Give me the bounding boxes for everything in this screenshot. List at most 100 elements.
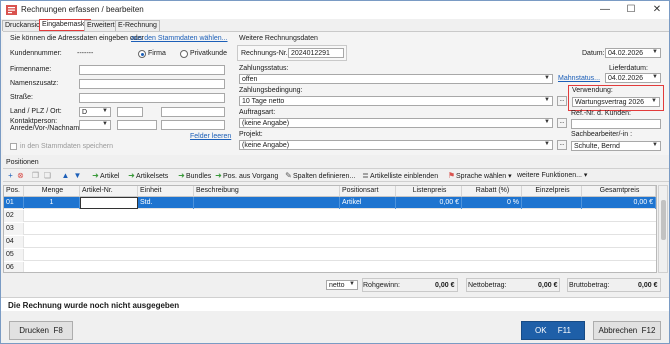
cell-menge[interactable]: 1 <box>24 197 80 209</box>
table-row[interactable]: 02 <box>4 210 656 222</box>
save-master-checkbox[interactable] <box>10 143 17 150</box>
cell-artikel-nr-editor[interactable] <box>80 197 138 209</box>
copy-icon[interactable]: ❐ <box>31 171 40 181</box>
cell-pos: 03 <box>4 223 24 235</box>
cell-positionsart[interactable]: Artikel <box>340 197 396 209</box>
firmenname-field[interactable] <box>79 65 225 75</box>
zahlungsbedingung-label: Zahlungsbedingung: <box>239 87 303 94</box>
paste-icon[interactable]: ❏ <box>43 171 52 181</box>
artikel-button-label: Artikel <box>100 173 120 180</box>
col-header-einheit[interactable]: Einheit <box>138 186 194 197</box>
ok-button[interactable]: OK F11 <box>521 321 585 340</box>
pos-aus-vorgang-button[interactable]: ➜Pos. aus Vorgang <box>214 171 278 181</box>
projekt-more-button[interactable]: ... <box>557 140 567 150</box>
mahnstatus-link[interactable]: Mahnstatus... <box>558 75 600 82</box>
customer-number-value: ------- <box>77 50 94 57</box>
price-mode-select[interactable]: netto ▼ <box>326 280 358 290</box>
choose-from-master-link[interactable]: aus den Stammdaten wählen... <box>131 35 228 42</box>
projekt-select[interactable]: (keine Angabe) ▼ <box>239 140 553 150</box>
cell-gesamtpreis[interactable]: 0,00 € <box>582 197 656 209</box>
weitere-funktionen-button[interactable]: weitere Funktionen... ▾ <box>517 171 587 181</box>
sachbearbeiter-select[interactable]: Schulte, Bernd ▼ <box>571 141 661 151</box>
cell-einzelpreis[interactable] <box>522 197 582 209</box>
zahlungsbedingung-more-button[interactable]: ... <box>557 96 567 106</box>
datum-label: Datum: <box>582 50 605 57</box>
address-hint: Sie können die Adressdaten eingeben oder <box>10 35 144 42</box>
col-header-gesamtpreis[interactable]: Gesamtpreis <box>582 186 656 197</box>
close-icon[interactable]: ✕ <box>650 3 664 17</box>
land-plz-ort-label: Land / PLZ / Ort: <box>10 108 62 115</box>
land-value: D <box>82 109 88 116</box>
cell-beschreibung[interactable] <box>194 197 340 209</box>
zahlungsbedingung-select[interactable]: 10 Tage netto ▼ <box>239 96 553 106</box>
refnr-field[interactable] <box>571 119 661 129</box>
weitere-funktionen-label: weitere Funktionen... <box>517 172 582 179</box>
artikelliste-button[interactable]: ≣Artikelliste einblenden <box>361 171 438 181</box>
chevron-down-icon: ▼ <box>544 119 550 125</box>
ort-field[interactable] <box>161 107 225 117</box>
zahlungsstatus-label: Zahlungsstatus: <box>239 65 289 72</box>
invoice-window: Rechnungen erfassen / bearbeiten — ☐ ✕ D… <box>0 0 670 344</box>
artikel-button[interactable]: ➜Artikel <box>91 171 119 181</box>
status-bar: Die Rechnung wurde noch nicht ausgegeben <box>1 297 669 311</box>
col-header-pos[interactable]: Pos. <box>4 186 24 197</box>
artikelsets-button[interactable]: ➜Artikelsets <box>127 171 168 181</box>
radio-privat[interactable] <box>180 50 188 58</box>
table-row[interactable]: 06 <box>4 262 656 272</box>
spalten-definieren-button[interactable]: ✎Spalten definieren... <box>284 171 355 181</box>
radio-firma[interactable] <box>138 50 146 58</box>
col-header-menge[interactable]: Menge <box>24 186 80 197</box>
plz-field[interactable] <box>117 107 143 117</box>
felder-leeren-link[interactable]: Felder leeren <box>190 133 231 140</box>
datum-field[interactable]: 04.02.2026 ▼ <box>605 48 661 58</box>
maximize-icon[interactable]: ☐ <box>624 3 638 17</box>
col-header-rabatt[interactable]: Rabatt (%) <box>462 186 522 197</box>
add-row-icon[interactable]: + <box>6 171 15 181</box>
title-bar: Rechnungen erfassen / bearbeiten — ☐ ✕ <box>1 1 669 19</box>
cell-pos: 06 <box>4 262 24 272</box>
minimize-icon[interactable]: — <box>598 3 612 17</box>
abbrechen-button[interactable]: Abbrechen F12 <box>593 321 661 340</box>
brutto-value: 0,00 € <box>638 282 658 289</box>
col-header-artikel-nr[interactable]: Artikel-Nr. <box>80 186 138 197</box>
projekt-value: (keine Angabe) <box>242 142 290 149</box>
tab-erweitert[interactable]: Erweitert <box>84 20 118 31</box>
move-up-icon[interactable]: ▲ <box>61 171 70 181</box>
sprache-button[interactable]: ⚑Sprache wählen ▾ <box>447 171 512 181</box>
table-row[interactable]: 05 <box>4 249 656 261</box>
grid-scrollbar[interactable] <box>658 185 668 273</box>
auftragsart-more-button[interactable]: ... <box>557 118 567 128</box>
move-down-icon[interactable]: ▼ <box>73 171 82 181</box>
col-header-positionsart[interactable]: Positionsart <box>340 186 396 197</box>
cell-einheit[interactable]: Std. <box>138 197 194 209</box>
col-header-listenpreis[interactable]: Listenpreis <box>396 186 462 197</box>
nachname-field[interactable] <box>161 120 225 130</box>
lieferdatum-field[interactable]: 04.02.2026 ▼ <box>605 73 661 83</box>
invoice-section-title: Weitere Rechnungsdaten <box>239 35 318 42</box>
namenszusatz-field[interactable] <box>79 79 225 89</box>
bundles-button[interactable]: ➜Bundles <box>177 171 211 181</box>
land-select[interactable]: D ▼ <box>79 107 111 117</box>
delete-row-icon[interactable]: ⊗ <box>16 171 25 181</box>
table-row[interactable]: 01 1 Std. Artikel 0,00 € 0 % 0,00 € <box>4 197 656 209</box>
tab-e-rechnung[interactable]: E-Rechnung <box>115 20 160 31</box>
cell-pos: 02 <box>4 210 24 222</box>
auftragsart-label: Auftragsart: <box>239 109 276 116</box>
cell-listenpreis[interactable]: 0,00 € <box>396 197 462 209</box>
table-row[interactable]: 03 <box>4 223 656 235</box>
zahlungsstatus-select[interactable]: offen ▼ <box>239 74 553 84</box>
price-mode-value: netto <box>329 282 345 289</box>
auftragsart-select[interactable]: (keine Angabe) ▼ <box>239 118 553 128</box>
verwendung-select[interactable]: Wartungsvertrag 2026 ▼ <box>572 97 660 107</box>
col-header-beschreibung[interactable]: Beschreibung <box>194 186 340 197</box>
table-row[interactable]: 04 <box>4 236 656 248</box>
status-message: Die Rechnung wurde noch nicht ausgegeben <box>8 301 180 310</box>
cell-rabatt[interactable]: 0 % <box>462 197 522 209</box>
anrede-select[interactable]: ▼ <box>79 120 111 130</box>
invoice-number-field[interactable]: 2024012291 <box>288 48 344 58</box>
drucken-button[interactable]: Drucken F8 <box>9 321 73 340</box>
vorname-field[interactable] <box>117 120 157 130</box>
col-header-einzelpreis[interactable]: Einzelpreis <box>522 186 582 197</box>
strasse-field[interactable] <box>79 93 225 103</box>
grid-scrollbar-thumb[interactable] <box>661 200 666 240</box>
